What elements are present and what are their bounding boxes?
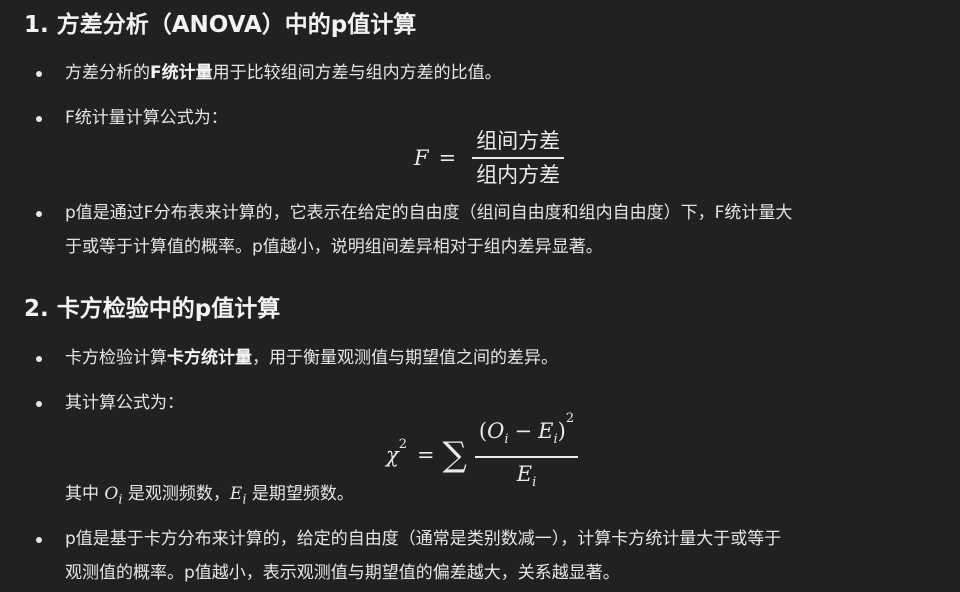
formula-explanation: 其中 Oi 是观测频数，Ei 是期望频数。 bbox=[65, 484, 354, 508]
fraction: 组间方差 组内方差 bbox=[472, 126, 565, 190]
bullet-dot bbox=[36, 537, 42, 543]
list-item-text: 方差分析的F统计量用于比较组间方差与组内方差的比值。 bbox=[65, 63, 502, 83]
bullet-dot bbox=[36, 211, 42, 217]
f-statistic-formula: F = 组间方差 组内方差 bbox=[414, 126, 565, 190]
bullet-dot bbox=[36, 401, 42, 407]
bullet-dot bbox=[36, 356, 42, 362]
list-item: 卡方检验计算卡方统计量，用于衡量观测值与期望值之间的差异。 bbox=[24, 341, 924, 375]
list-item-text: p值是通过F分布表来计算的，它表示在给定的自由度（组间自由度和组内自由度）下，F… bbox=[65, 203, 793, 257]
bullet-dot bbox=[36, 71, 42, 77]
list-item: p值是通过F分布表来计算的，它表示在给定的自由度（组间自由度和组内自由度）下，F… bbox=[24, 196, 924, 264]
list-item-text: p值是基于卡方分布来计算的，给定的自由度（通常是类别数减一），计算卡方统计量大于… bbox=[65, 529, 782, 583]
section-heading-chi-square: 2. 卡方检验中的p值计算 bbox=[24, 296, 281, 322]
section-heading-anova: 1. 方差分析（ANOVA）中的p值计算 bbox=[24, 12, 417, 38]
bullet-dot bbox=[36, 116, 42, 122]
list-item-text: 卡方检验计算卡方统计量，用于衡量观测值与期望值之间的差异。 bbox=[65, 348, 558, 368]
list-item: p值是基于卡方分布来计算的，给定的自由度（通常是类别数减一），计算卡方统计量大于… bbox=[24, 522, 924, 590]
list-item: 方差分析的F统计量用于比较组间方差与组内方差的比值。 bbox=[24, 56, 924, 90]
